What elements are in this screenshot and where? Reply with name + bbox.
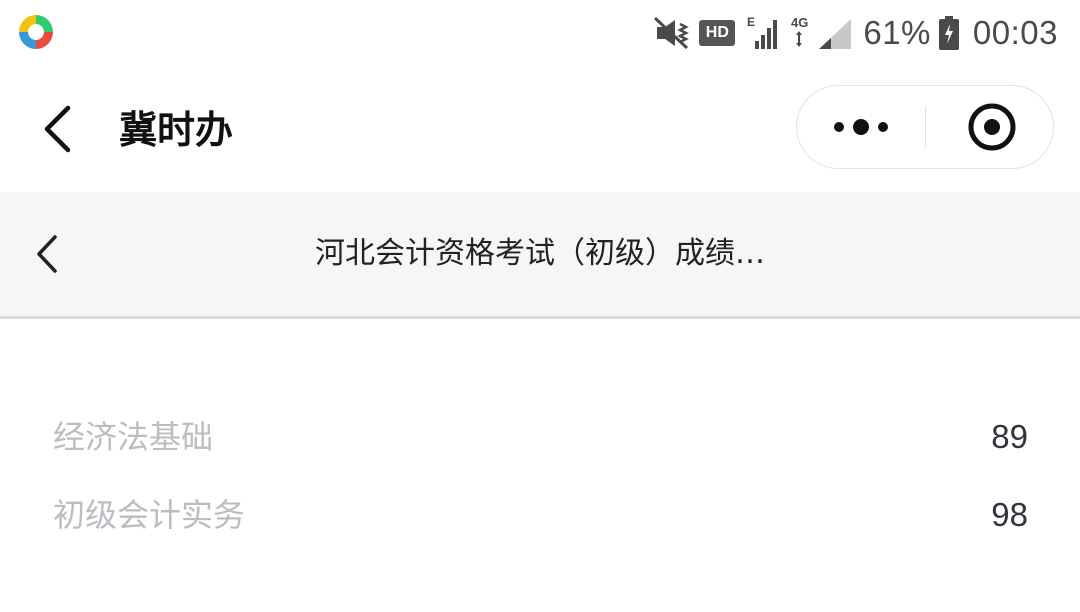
web-page-title: 河北会计资格考试（初级）成绩… [315,236,765,271]
score-value: 89 [991,418,1028,455]
signal-e-icon: E [747,15,778,49]
target-close-icon [968,103,1016,151]
clock: 00:03 [972,14,1058,51]
more-button[interactable] [797,86,925,168]
back-button[interactable] [30,94,86,164]
battery-icon [938,16,959,50]
close-button[interactable] [926,86,1053,168]
subject-label: 经济法基础 [53,418,214,456]
svg-text:E: E [747,15,755,29]
app-title: 冀时办 [119,108,234,152]
web-back-button[interactable] [28,228,72,280]
hd-badge: HD [699,20,736,46]
score-content: 经济法基础 89 初级会计实务 98 [0,319,1080,612]
battery-percent: 61% [863,14,931,51]
capsule-menu [796,85,1054,169]
svg-text:4G: 4G [791,15,808,30]
score-value: 98 [991,496,1028,533]
status-bar: HD E 4G 61% 00:03 [0,0,1080,66]
chevron-left-icon [37,235,57,273]
signal-4g-icon: 4G [791,15,852,49]
screen: HD E 4G 61% 00:03 冀时办 河北会计资格考试（初级）成绩… 经济… [0,0,1080,612]
web-nav-bar: 河北会计资格考试（初级）成绩… [0,192,1080,319]
app-logo-icon [19,15,53,49]
subject-label: 初级会计实务 [53,496,246,534]
chevron-left-icon [44,105,71,153]
score-row: 经济法基础 89 [0,407,1080,467]
more-dots-icon [834,119,888,135]
score-row: 初级会计实务 98 [0,485,1080,545]
mini-program-title-bar: 冀时办 [0,66,1080,192]
mute-vibrate-icon [654,16,690,50]
status-icons: HD E 4G 61% 00:03 [653,10,1058,56]
